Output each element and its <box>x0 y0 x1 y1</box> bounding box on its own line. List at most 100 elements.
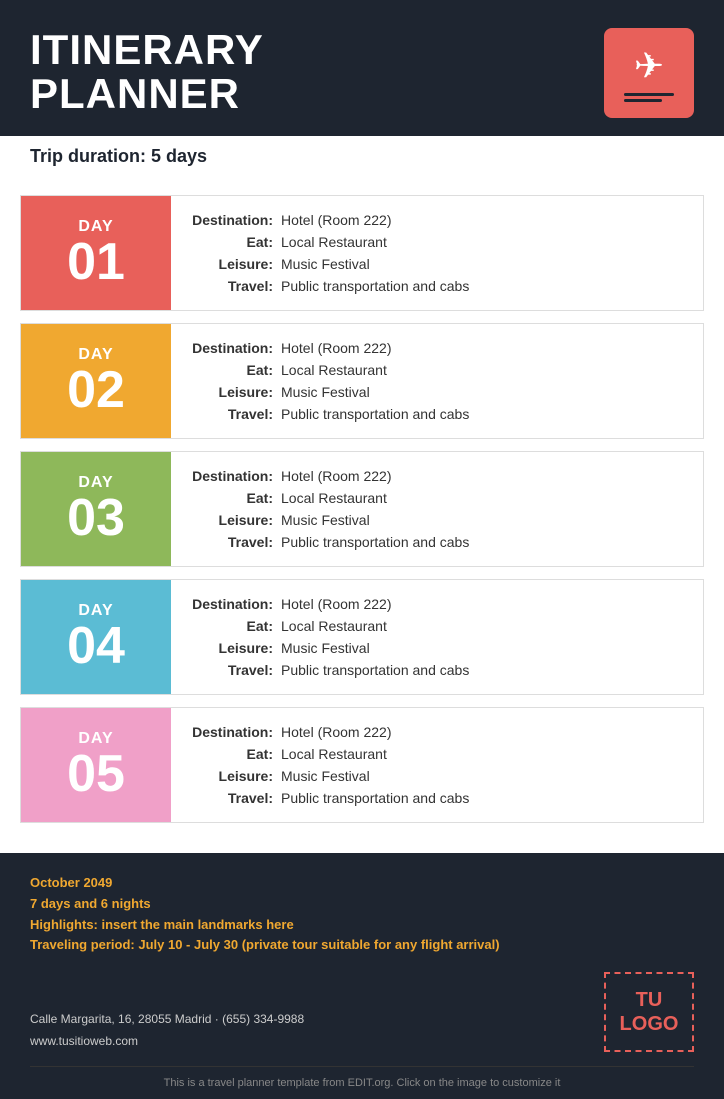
value-eat-1: Local Restaurant <box>281 234 387 250</box>
day-row-2: DAY 02 Destination: Hotel (Room 222) Eat… <box>20 323 704 439</box>
label-destination-4: Destination: <box>191 596 281 612</box>
day-row-3: DAY 03 Destination: Hotel (Room 222) Eat… <box>20 451 704 567</box>
footer-contact-info: Calle Margarita, 16, 28055 Madrid · (655… <box>30 1009 304 1052</box>
detail-leisure-3: Leisure: Music Festival <box>191 512 683 528</box>
value-leisure-1: Music Festival <box>281 256 370 272</box>
value-leisure-5: Music Festival <box>281 768 370 784</box>
value-destination-5: Hotel (Room 222) <box>281 724 392 740</box>
value-destination-2: Hotel (Room 222) <box>281 340 392 356</box>
detail-travel-5: Travel: Public transportation and cabs <box>191 790 683 806</box>
detail-leisure-2: Leisure: Music Festival <box>191 384 683 400</box>
footer-website: www.tusitioweb.com <box>30 1031 304 1053</box>
detail-travel-1: Travel: Public transportation and cabs <box>191 278 683 294</box>
footer-disclaimer: This is a travel planner template from E… <box>30 1077 694 1089</box>
label-travel-4: Travel: <box>191 662 281 678</box>
label-leisure-5: Leisure: <box>191 768 281 784</box>
day-number-3: 03 <box>67 492 125 544</box>
footer-contact: Calle Margarita, 16, 28055 Madrid · (655… <box>30 972 694 1052</box>
label-travel-5: Travel: <box>191 790 281 806</box>
day-details-1: Destination: Hotel (Room 222) Eat: Local… <box>171 196 703 310</box>
value-destination-1: Hotel (Room 222) <box>281 212 392 228</box>
label-travel-3: Travel: <box>191 534 281 550</box>
footer-logo-text: TULOGO <box>620 988 679 1036</box>
day-row-5: DAY 05 Destination: Hotel (Room 222) Eat… <box>20 707 704 823</box>
value-travel-4: Public transportation and cabs <box>281 662 469 678</box>
page-title: ITINERARY PLANNER <box>30 28 264 116</box>
detail-leisure-4: Leisure: Music Festival <box>191 640 683 656</box>
label-destination-1: Destination: <box>191 212 281 228</box>
header-icon-box: ✈ <box>604 28 694 118</box>
label-destination-3: Destination: <box>191 468 281 484</box>
detail-destination-5: Destination: Hotel (Room 222) <box>191 724 683 740</box>
footer-traveling-period: Traveling period: July 10 - July 30 (pri… <box>30 935 694 956</box>
day-details-4: Destination: Hotel (Room 222) Eat: Local… <box>171 580 703 694</box>
value-eat-3: Local Restaurant <box>281 490 387 506</box>
label-leisure-2: Leisure: <box>191 384 281 400</box>
footer-highlights: October 2049 7 days and 6 nights Highlig… <box>30 873 694 956</box>
footer-address: Calle Margarita, 16, 28055 Madrid · (655… <box>30 1009 304 1031</box>
detail-travel-3: Travel: Public transportation and cabs <box>191 534 683 550</box>
value-leisure-3: Music Festival <box>281 512 370 528</box>
detail-eat-3: Eat: Local Restaurant <box>191 490 683 506</box>
day-details-3: Destination: Hotel (Room 222) Eat: Local… <box>171 452 703 566</box>
detail-destination-3: Destination: Hotel (Room 222) <box>191 468 683 484</box>
value-eat-4: Local Restaurant <box>281 618 387 634</box>
value-travel-2: Public transportation and cabs <box>281 406 469 422</box>
main-content: DAY 01 Destination: Hotel (Room 222) Eat… <box>0 177 724 853</box>
detail-eat-1: Eat: Local Restaurant <box>191 234 683 250</box>
value-travel-3: Public transportation and cabs <box>281 534 469 550</box>
day-label-5: DAY 05 <box>21 708 171 822</box>
label-destination-5: Destination: <box>191 724 281 740</box>
detail-eat-2: Eat: Local Restaurant <box>191 362 683 378</box>
value-travel-1: Public transportation and cabs <box>281 278 469 294</box>
footer-nights: 7 days and 6 nights <box>30 894 694 915</box>
trip-duration-text: Trip duration: 5 days <box>30 146 207 166</box>
footer: October 2049 7 days and 6 nights Highlig… <box>0 853 724 1099</box>
value-eat-5: Local Restaurant <box>281 746 387 762</box>
day-number-4: 04 <box>67 620 125 672</box>
detail-eat-4: Eat: Local Restaurant <box>191 618 683 634</box>
day-details-5: Destination: Hotel (Room 222) Eat: Local… <box>171 708 703 822</box>
day-label-3: DAY 03 <box>21 452 171 566</box>
day-label-1: DAY 01 <box>21 196 171 310</box>
label-destination-2: Destination: <box>191 340 281 356</box>
label-eat-4: Eat: <box>191 618 281 634</box>
footer-date: October 2049 <box>30 873 694 894</box>
footer-logo-box: TULOGO <box>604 972 694 1052</box>
label-travel-2: Travel: <box>191 406 281 422</box>
value-destination-4: Hotel (Room 222) <box>281 596 392 612</box>
day-row-1: DAY 01 Destination: Hotel (Room 222) Eat… <box>20 195 704 311</box>
footer-bottom: This is a travel planner template from E… <box>30 1066 694 1099</box>
value-destination-3: Hotel (Room 222) <box>281 468 392 484</box>
header: ITINERARY PLANNER ✈ <box>0 0 724 136</box>
day-label-4: DAY 04 <box>21 580 171 694</box>
icon-decoration <box>624 93 674 102</box>
label-eat-1: Eat: <box>191 234 281 250</box>
label-travel-1: Travel: <box>191 278 281 294</box>
label-leisure-4: Leisure: <box>191 640 281 656</box>
trip-duration-bar: Trip duration: 5 days <box>0 136 724 177</box>
day-number-1: 01 <box>67 236 125 288</box>
days-container: DAY 01 Destination: Hotel (Room 222) Eat… <box>20 195 704 823</box>
value-leisure-4: Music Festival <box>281 640 370 656</box>
label-leisure-1: Leisure: <box>191 256 281 272</box>
detail-destination-2: Destination: Hotel (Room 222) <box>191 340 683 356</box>
label-eat-3: Eat: <box>191 490 281 506</box>
detail-travel-4: Travel: Public transportation and cabs <box>191 662 683 678</box>
value-leisure-2: Music Festival <box>281 384 370 400</box>
day-row-4: DAY 04 Destination: Hotel (Room 222) Eat… <box>20 579 704 695</box>
footer-highlights-text: Highlights: insert the main landmarks he… <box>30 915 694 936</box>
day-number-2: 02 <box>67 364 125 416</box>
day-label-2: DAY 02 <box>21 324 171 438</box>
value-travel-5: Public transportation and cabs <box>281 790 469 806</box>
day-number-5: 05 <box>67 748 125 800</box>
detail-eat-5: Eat: Local Restaurant <box>191 746 683 762</box>
detail-leisure-5: Leisure: Music Festival <box>191 768 683 784</box>
detail-destination-1: Destination: Hotel (Room 222) <box>191 212 683 228</box>
value-eat-2: Local Restaurant <box>281 362 387 378</box>
detail-destination-4: Destination: Hotel (Room 222) <box>191 596 683 612</box>
detail-leisure-1: Leisure: Music Festival <box>191 256 683 272</box>
detail-travel-2: Travel: Public transportation and cabs <box>191 406 683 422</box>
label-eat-5: Eat: <box>191 746 281 762</box>
label-leisure-3: Leisure: <box>191 512 281 528</box>
